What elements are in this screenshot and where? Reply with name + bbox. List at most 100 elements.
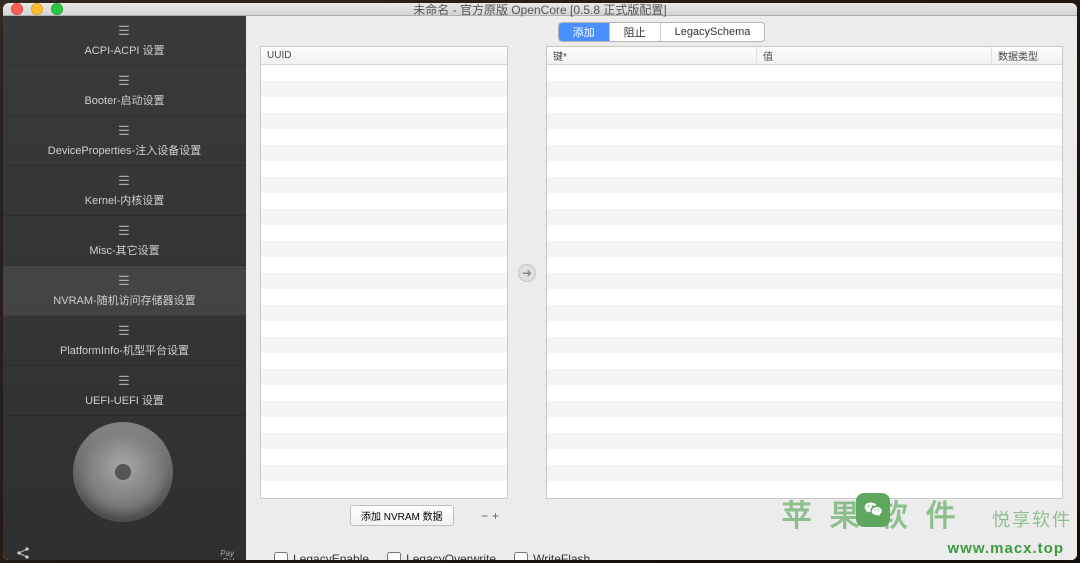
list-icon: ☰: [118, 173, 131, 189]
table-body[interactable]: [261, 65, 507, 498]
close-icon[interactable]: [11, 3, 23, 15]
table-row[interactable]: [261, 225, 507, 241]
table-row[interactable]: [547, 465, 1062, 481]
table-row[interactable]: [261, 65, 507, 81]
table-row[interactable]: [547, 337, 1062, 353]
sidebar-item-label: Kernel-内核设置: [85, 192, 164, 208]
table-row[interactable]: [261, 129, 507, 145]
uuid-table[interactable]: UUID: [260, 46, 508, 499]
table-row[interactable]: [261, 209, 507, 225]
table-row[interactable]: [547, 97, 1062, 113]
table-row[interactable]: [261, 369, 507, 385]
list-icon: ☰: [118, 123, 131, 139]
table-row[interactable]: [547, 353, 1062, 369]
arrow-right-icon[interactable]: ➜: [518, 264, 536, 282]
table-row[interactable]: [547, 273, 1062, 289]
sidebar-item-label: ACPI-ACPI 设置: [84, 42, 164, 58]
table-row[interactable]: [547, 401, 1062, 417]
checkbox-input[interactable]: [387, 552, 401, 560]
table-row[interactable]: [261, 401, 507, 417]
table-row[interactable]: [547, 81, 1062, 97]
table-row[interactable]: [547, 369, 1062, 385]
add-nvram-button[interactable]: 添加 NVRAM 数据: [350, 505, 454, 526]
check-writeflash[interactable]: WriteFlash: [514, 552, 590, 560]
table-header: UUID: [261, 47, 507, 65]
th-type[interactable]: 数据类型: [992, 47, 1062, 64]
table-row[interactable]: [547, 145, 1062, 161]
tab-add[interactable]: 添加: [559, 23, 610, 41]
table-row[interactable]: [547, 305, 1062, 321]
table-row[interactable]: [547, 433, 1062, 449]
table-row[interactable]: [261, 113, 507, 129]
sidebar-item-platforminfo[interactable]: ☰ PlatformInfo-机型平台设置: [3, 316, 246, 366]
table-row[interactable]: [547, 177, 1062, 193]
checkbox-input[interactable]: [514, 552, 528, 560]
table-row[interactable]: [261, 433, 507, 449]
plus-button[interactable]: +: [492, 509, 503, 523]
sidebar-item-label: PlatformInfo-机型平台设置: [60, 342, 189, 358]
check-legacyoverwrite[interactable]: LegacyOverwrite: [387, 552, 496, 560]
tab-block[interactable]: 阻止: [610, 23, 661, 41]
th-key[interactable]: 键*: [547, 47, 757, 64]
zoom-icon[interactable]: [51, 3, 63, 15]
sidebar-item-uefi[interactable]: ☰ UEFI-UEFI 设置: [3, 366, 246, 416]
table-row[interactable]: [261, 81, 507, 97]
share-icon[interactable]: [15, 545, 31, 560]
minus-button[interactable]: −: [481, 509, 492, 523]
table-row[interactable]: [261, 417, 507, 433]
table-row[interactable]: [261, 385, 507, 401]
table-row[interactable]: [261, 353, 507, 369]
window-title: 未命名 - 官方原版 OpenCore [0.5.8 正式版配置]: [3, 3, 1077, 18]
table-row[interactable]: [547, 241, 1062, 257]
table-row[interactable]: [547, 289, 1062, 305]
table-row[interactable]: [547, 193, 1062, 209]
sidebar-item-kernel[interactable]: ☰ Kernel-内核设置: [3, 166, 246, 216]
table-row[interactable]: [261, 305, 507, 321]
table-row[interactable]: [261, 193, 507, 209]
sidebar-item-deviceproperties[interactable]: ☰ DeviceProperties-注入设备设置: [3, 116, 246, 166]
tables-row: UUID ➜ 键* 值 数据类型: [246, 46, 1077, 501]
kv-table[interactable]: 键* 值 数据类型: [546, 46, 1063, 499]
sidebar-item-acpi[interactable]: ☰ ACPI-ACPI 设置: [3, 16, 246, 66]
table-row[interactable]: [261, 321, 507, 337]
table-row[interactable]: [261, 145, 507, 161]
sidebar-footer: Pay Pal: [3, 416, 246, 560]
list-icon: ☰: [118, 373, 131, 389]
sidebar-item-misc[interactable]: ☰ Misc-其它设置: [3, 216, 246, 266]
table-row[interactable]: [547, 161, 1062, 177]
table-row[interactable]: [547, 449, 1062, 465]
th-value[interactable]: 值: [757, 47, 992, 64]
sidebar-item-booter[interactable]: ☰ Booter-启动设置: [3, 66, 246, 116]
table-row[interactable]: [261, 337, 507, 353]
table-row[interactable]: [261, 465, 507, 481]
titlebar: 未命名 - 官方原版 OpenCore [0.5.8 正式版配置]: [3, 3, 1077, 16]
table-row[interactable]: [261, 273, 507, 289]
table-row[interactable]: [547, 65, 1062, 81]
table-row[interactable]: [261, 241, 507, 257]
table-row[interactable]: [547, 225, 1062, 241]
table-row[interactable]: [261, 289, 507, 305]
sidebar-item-label: UEFI-UEFI 设置: [85, 392, 164, 408]
table-row[interactable]: [547, 113, 1062, 129]
checkbox-input[interactable]: [274, 552, 288, 560]
sidebar-item-nvram[interactable]: ☰ NVRAM-随机访问存储器设置: [3, 266, 246, 316]
table-row[interactable]: [261, 257, 507, 273]
table-row[interactable]: [261, 97, 507, 113]
dial-icon[interactable]: [73, 422, 173, 522]
table-row[interactable]: [547, 385, 1062, 401]
table-row[interactable]: [261, 177, 507, 193]
table-row[interactable]: [261, 161, 507, 177]
paypal-label[interactable]: Pay Pal: [220, 550, 234, 560]
table-row[interactable]: [547, 209, 1062, 225]
table-row[interactable]: [547, 321, 1062, 337]
table-row[interactable]: [547, 129, 1062, 145]
minimize-icon[interactable]: [31, 3, 43, 15]
table-body[interactable]: [547, 65, 1062, 498]
tab-legacyschema[interactable]: LegacySchema: [661, 23, 765, 41]
th-uuid[interactable]: UUID: [261, 47, 507, 64]
table-row[interactable]: [547, 257, 1062, 273]
check-legacyenable[interactable]: LegacyEnable: [274, 552, 369, 560]
transfer-arrow: ➜: [516, 46, 538, 499]
table-row[interactable]: [261, 449, 507, 465]
table-row[interactable]: [547, 417, 1062, 433]
